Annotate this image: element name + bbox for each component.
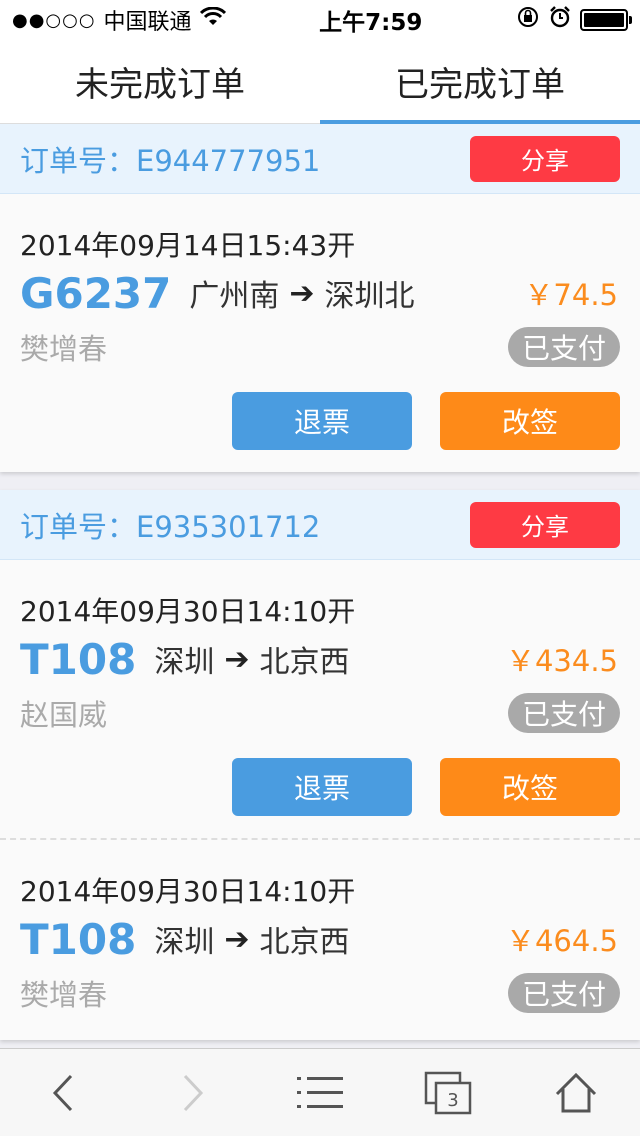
departure-time: 2014年09月14日15:43开 bbox=[20, 229, 356, 262]
order-card: 订单号：E935301712 分享 2014年09月30日14:10开 T108… bbox=[0, 490, 640, 1040]
order-header: 订单号：E944777951 分享 bbox=[0, 124, 640, 194]
order-header: 订单号：E935301712 分享 bbox=[0, 490, 640, 560]
from-station: 深圳 bbox=[154, 925, 215, 960]
order-tabs: 未完成订单 已完成订单 bbox=[0, 40, 640, 124]
battery-icon bbox=[579, 9, 632, 31]
menu-list-icon[interactable] bbox=[290, 1063, 350, 1123]
status-time: 上午7:59 bbox=[319, 10, 423, 36]
tabs-count: 3 bbox=[447, 1090, 458, 1111]
arrow-right-icon: ➔ bbox=[289, 275, 315, 311]
status-badge: 已支付 bbox=[507, 693, 620, 733]
route: T108 深圳 ➔ 北京西 ￥434.5 bbox=[20, 630, 620, 688]
train-number: T108 bbox=[20, 914, 137, 964]
tab-incomplete-orders[interactable]: 未完成订单 bbox=[0, 40, 320, 123]
arrow-right-icon: ➔ bbox=[224, 641, 250, 677]
ticket-price: ￥74.5 bbox=[524, 278, 618, 312]
wifi-icon bbox=[199, 6, 226, 33]
departure-time: 2014年09月30日14:10开 bbox=[20, 875, 356, 908]
route: T108 深圳 ➔ 北京西 ￥464.5 bbox=[20, 910, 620, 968]
route: G6237 广州南 ➔ 深圳北 ￥74.5 bbox=[20, 264, 620, 322]
from-station: 深圳 bbox=[154, 645, 215, 680]
passenger-name: 樊增春 bbox=[20, 332, 108, 366]
status-bar: ●●○○○ 中国联通 上午7:59 bbox=[0, 0, 640, 40]
departure-time: 2014年09月30日14:10开 bbox=[20, 595, 356, 628]
status-badge: 已支付 bbox=[507, 973, 620, 1013]
refund-button[interactable]: 退票 bbox=[232, 758, 412, 816]
ticket-item[interactable]: 2014年09月30日14:10开 T108 深圳 ➔ 北京西 ￥464.5 樊… bbox=[0, 838, 640, 1040]
signal-icon: ●●○○○ bbox=[12, 9, 96, 31]
tabs-icon[interactable]: 3 bbox=[418, 1063, 478, 1123]
order-number: 订单号：E944777951 bbox=[20, 143, 321, 178]
ticket-price: ￥464.5 bbox=[505, 924, 618, 958]
home-icon[interactable] bbox=[546, 1063, 606, 1123]
order-list[interactable]: 订单号：E944777951 分享 2014年09月14日15:43开 G623… bbox=[0, 124, 640, 1048]
carrier-name: 中国联通 bbox=[103, 10, 192, 35]
ticket-price: ￥434.5 bbox=[505, 644, 618, 678]
order-number: 订单号：E935301712 bbox=[20, 509, 321, 544]
train-number: G6237 bbox=[20, 268, 172, 318]
passenger-name: 赵国威 bbox=[20, 698, 108, 732]
to-station: 深圳北 bbox=[324, 279, 415, 314]
tab-completed-orders[interactable]: 已完成订单 bbox=[320, 40, 640, 124]
order-card: 订单号：E944777951 分享 2014年09月14日15:43开 G623… bbox=[0, 124, 640, 472]
change-ticket-button[interactable]: 改签 bbox=[440, 758, 620, 816]
refund-button[interactable]: 退票 bbox=[232, 392, 412, 450]
browser-toolbar: 3 bbox=[0, 1048, 640, 1136]
status-badge: 已支付 bbox=[507, 327, 620, 367]
forward-icon[interactable] bbox=[162, 1063, 222, 1123]
ticket-item[interactable]: 2014年09月14日15:43开 G6237 广州南 ➔ 深圳北 ￥74.5 … bbox=[0, 194, 640, 472]
train-number: T108 bbox=[20, 634, 137, 684]
alarm-icon bbox=[548, 5, 572, 35]
passenger-name: 樊增春 bbox=[20, 978, 108, 1012]
share-button[interactable]: 分享 bbox=[470, 135, 620, 182]
arrow-right-icon: ➔ bbox=[224, 921, 250, 957]
to-station: 北京西 bbox=[259, 925, 350, 960]
ticket-item[interactable]: 2014年09月30日14:10开 T108 深圳 ➔ 北京西 ￥434.5 赵… bbox=[0, 560, 640, 838]
back-icon[interactable] bbox=[34, 1063, 94, 1123]
from-station: 广州南 bbox=[189, 279, 280, 314]
change-ticket-button[interactable]: 改签 bbox=[440, 392, 620, 450]
to-station: 北京西 bbox=[259, 645, 350, 680]
rotation-lock-icon bbox=[516, 5, 540, 35]
share-button[interactable]: 分享 bbox=[470, 501, 620, 548]
